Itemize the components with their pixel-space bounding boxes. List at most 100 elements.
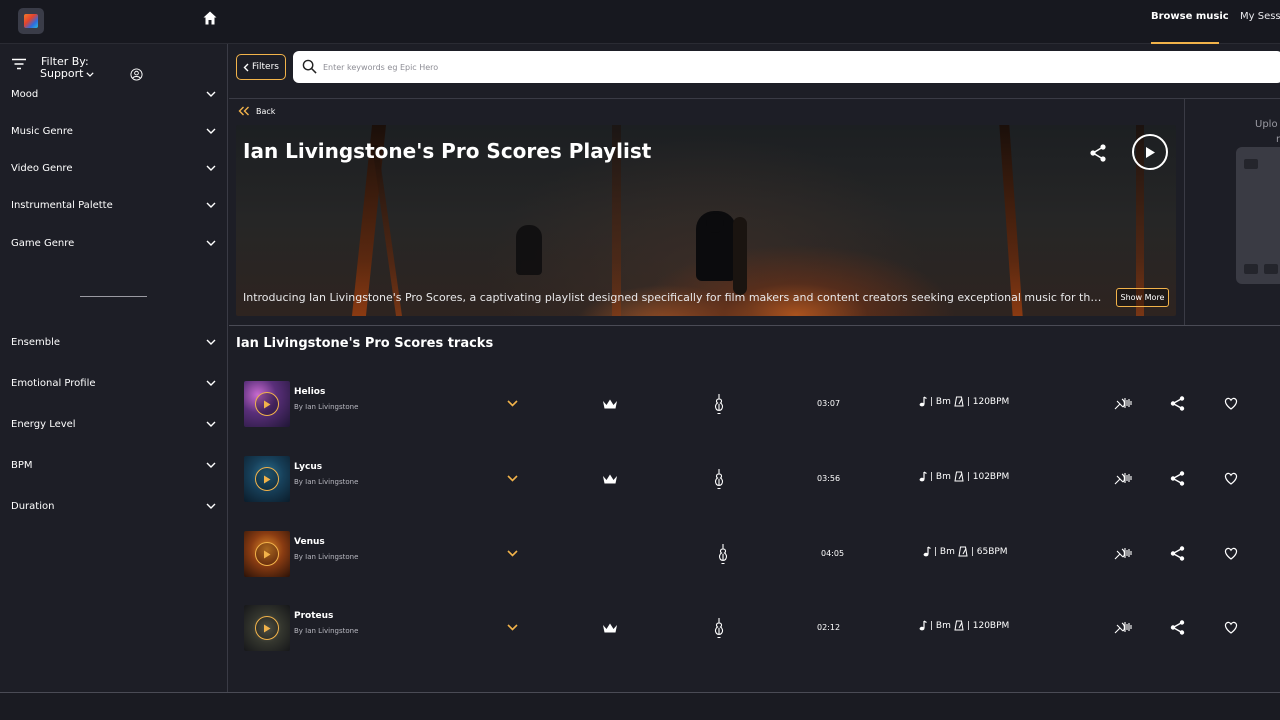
- tab-my-sessions[interactable]: My Sess: [1240, 11, 1280, 22]
- hero-image-pianist: [516, 225, 542, 275]
- filter-item-duration[interactable]: Duration: [11, 499, 216, 513]
- home-icon[interactable]: [202, 10, 218, 26]
- share-icon[interactable]: [1169, 545, 1186, 562]
- chevron-down-icon[interactable]: [507, 550, 518, 557]
- chevron-down-icon[interactable]: [507, 475, 518, 482]
- track-key: | Bm: [934, 546, 955, 557]
- heart-icon[interactable]: [1224, 621, 1238, 634]
- show-more-button[interactable]: Show More: [1116, 288, 1169, 307]
- search-input[interactable]: [323, 57, 1223, 77]
- chevron-left-icon: [243, 63, 249, 71]
- track-row[interactable]: Proteus By Ian Livingstone 02:12 | Bm | …: [236, 605, 1280, 655]
- music-note-icon: [923, 546, 931, 557]
- track-key: | Bm: [930, 620, 951, 631]
- filter-item-label: Music Genre: [11, 125, 73, 137]
- film-strip-hole: [1244, 159, 1258, 169]
- share-icon[interactable]: [1169, 395, 1186, 412]
- track-artist[interactable]: By Ian Livingstone: [294, 627, 358, 635]
- chevron-down-icon: [206, 462, 216, 468]
- search-bar: [293, 51, 1280, 83]
- track-artist[interactable]: By Ian Livingstone: [294, 478, 358, 486]
- heart-icon[interactable]: [1224, 547, 1238, 560]
- back-button[interactable]: Back: [238, 106, 275, 116]
- stems-icon[interactable]: [1113, 470, 1133, 486]
- chevron-down-icon: [86, 71, 95, 77]
- track-artwork: [244, 381, 290, 427]
- track-key-tempo: | Bm | 102BPM: [918, 471, 1009, 482]
- top-bar: Browse music My Sess: [0, 0, 1280, 44]
- app-logo[interactable]: [18, 8, 44, 34]
- heart-icon[interactable]: [1224, 472, 1238, 485]
- chevron-down-icon[interactable]: [507, 624, 518, 631]
- filter-item-label: Energy Level: [11, 418, 76, 430]
- search-icon[interactable]: [302, 59, 317, 74]
- metronome-icon: [954, 471, 964, 482]
- track-play-button[interactable]: [255, 542, 279, 566]
- crown-icon: [603, 623, 617, 633]
- film-strip-hole: [1264, 264, 1278, 274]
- filter-item-music-genre[interactable]: Music Genre: [11, 124, 216, 138]
- track-play-button[interactable]: [255, 467, 279, 491]
- chevron-down-icon: [206, 91, 216, 97]
- filter-item-label: BPM: [11, 459, 33, 471]
- filter-scope-label: Support: [40, 67, 84, 80]
- filter-scope-dropdown[interactable]: Support: [40, 67, 95, 80]
- track-artwork: [244, 605, 290, 651]
- play-playlist-button[interactable]: [1132, 134, 1168, 170]
- filter-item-mood[interactable]: Mood: [11, 87, 216, 101]
- stems-icon[interactable]: [1113, 545, 1133, 561]
- violin-icon: [714, 394, 724, 415]
- playlist-hero-banner: Ian Livingstone's Pro Scores Playlist In…: [236, 125, 1176, 316]
- stems-icon[interactable]: [1113, 395, 1133, 411]
- chevron-down-icon[interactable]: [507, 400, 518, 407]
- film-strip-hole: [1244, 264, 1258, 274]
- track-artist[interactable]: By Ian Livingstone: [294, 553, 358, 561]
- play-icon: [264, 475, 271, 483]
- sidebar-divider: [80, 296, 147, 297]
- track-name[interactable]: Proteus: [294, 611, 333, 621]
- heart-icon[interactable]: [1224, 397, 1238, 410]
- filter-item-energy-level[interactable]: Energy Level: [11, 417, 216, 431]
- track-name[interactable]: Lycus: [294, 462, 322, 472]
- share-icon[interactable]: [1169, 619, 1186, 636]
- filter-lines-icon[interactable]: [11, 58, 27, 70]
- playlist-description: Introducing Ian Livingstone's Pro Scores…: [243, 291, 1103, 304]
- video-upload-placeholder[interactable]: [1236, 147, 1280, 284]
- stems-icon[interactable]: [1113, 619, 1133, 635]
- track-play-button[interactable]: [255, 616, 279, 640]
- filter-item-video-genre[interactable]: Video Genre: [11, 161, 216, 175]
- track-row[interactable]: Lycus By Ian Livingstone 03:56 | Bm | 10…: [236, 456, 1280, 506]
- filter-item-game-genre[interactable]: Game Genre: [11, 236, 216, 250]
- filter-item-bpm[interactable]: BPM: [11, 458, 216, 472]
- track-artist[interactable]: By Ian Livingstone: [294, 403, 358, 411]
- share-icon[interactable]: [1088, 143, 1108, 163]
- tab-browse-music[interactable]: Browse music: [1151, 11, 1229, 22]
- chevron-down-icon: [206, 240, 216, 246]
- filter-item-emotional-profile[interactable]: Emotional Profile: [11, 376, 216, 390]
- track-row[interactable]: Venus By Ian Livingstone 04:05 | Bm | 65…: [236, 531, 1280, 581]
- chevron-down-icon: [206, 202, 216, 208]
- track-key: | Bm: [930, 471, 951, 482]
- track-duration: 04:05: [821, 549, 845, 558]
- right-panel-divider: [1184, 99, 1185, 325]
- track-name[interactable]: Venus: [294, 537, 325, 547]
- track-key-tempo: | Bm | 120BPM: [918, 620, 1009, 631]
- track-key: | Bm: [930, 396, 951, 407]
- filters-toggle-button[interactable]: Filters: [236, 54, 286, 80]
- track-name[interactable]: Helios: [294, 387, 325, 397]
- hero-image-tree: [999, 125, 1023, 316]
- track-duration: 03:56: [817, 474, 841, 483]
- track-play-button[interactable]: [255, 392, 279, 416]
- chevron-down-icon: [206, 421, 216, 427]
- track-row[interactable]: Helios By Ian Livingstone 03:07 | Bm | 1…: [236, 381, 1280, 431]
- filter-item-label: Ensemble: [11, 336, 61, 348]
- track-key-tempo: | Bm | 120BPM: [918, 396, 1009, 407]
- filter-item-label: Instrumental Palette: [11, 199, 113, 211]
- violin-icon: [718, 544, 728, 565]
- filter-item-instrumental-palette[interactable]: Instrumental Palette: [11, 198, 216, 212]
- filter-item-ensemble[interactable]: Ensemble: [11, 335, 216, 349]
- tracks-heading: Ian Livingstone's Pro Scores tracks: [236, 336, 494, 351]
- metronome-icon: [958, 546, 968, 557]
- share-icon[interactable]: [1169, 470, 1186, 487]
- user-circle-icon[interactable]: [130, 68, 143, 81]
